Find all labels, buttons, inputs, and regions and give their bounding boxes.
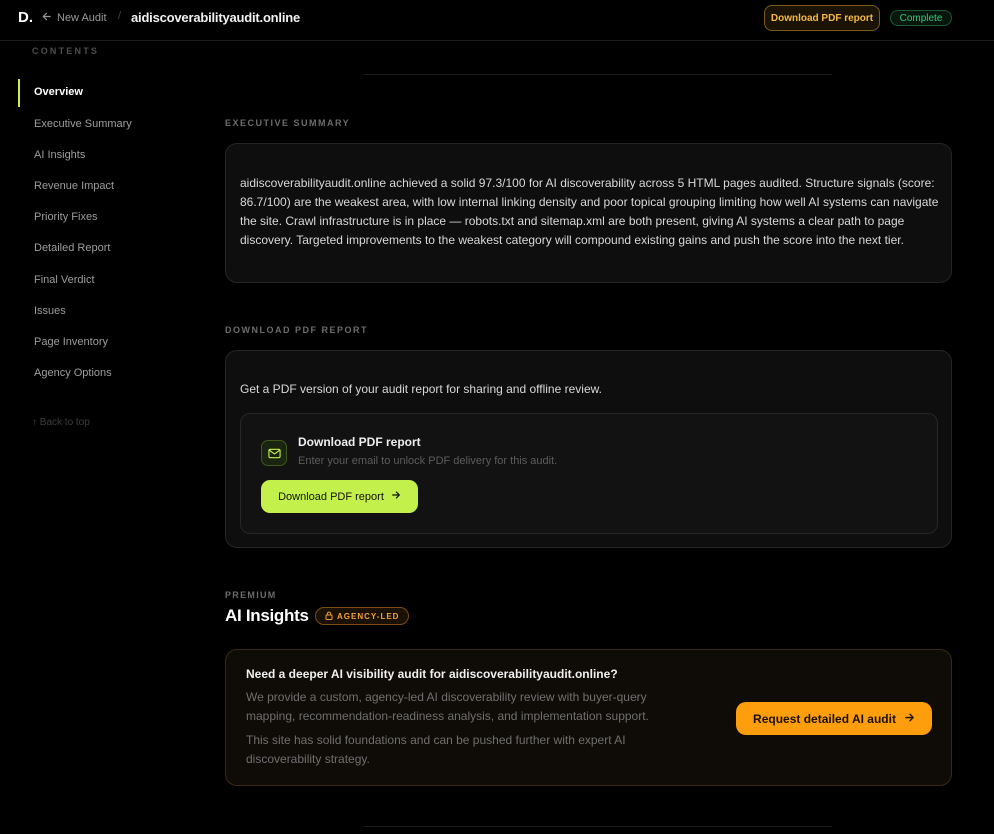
active-indicator bbox=[18, 79, 20, 107]
breadcrumb-separator: / bbox=[118, 10, 122, 22]
app-logo[interactable]: D. bbox=[18, 9, 33, 26]
section-divider bbox=[364, 826, 832, 827]
lock-icon bbox=[325, 611, 333, 622]
premium-card-paragraph-2: This site has solid foundations and can … bbox=[246, 733, 626, 766]
header-download-pdf-button[interactable]: Download PDF report bbox=[764, 5, 880, 31]
arrow-right-icon bbox=[904, 712, 915, 726]
back-link-label: New Audit bbox=[57, 12, 107, 24]
executive-summary-card: aidiscoverabilityaudit.online achieved a… bbox=[225, 143, 952, 283]
sidebar-item-issues[interactable]: Issues bbox=[34, 305, 66, 317]
premium-card-paragraph-1: We provide a custom, agency-led AI disco… bbox=[246, 690, 649, 723]
section-divider bbox=[364, 74, 832, 75]
sidebar-item-revenue-impact[interactable]: Revenue Impact bbox=[34, 180, 114, 192]
arrow-right-icon bbox=[391, 490, 401, 503]
pdf-download-panel: Download PDF report Enter your email to … bbox=[240, 413, 938, 534]
request-ai-audit-button[interactable]: Request detailed AI audit bbox=[736, 702, 932, 735]
sidebar-item-executive-summary[interactable]: Executive Summary bbox=[34, 118, 132, 130]
pdf-panel-subtitle: Enter your email to unlock PDF delivery … bbox=[298, 455, 558, 467]
sidebar-item-overview[interactable]: Overview bbox=[34, 86, 83, 98]
ai-insights-title: AI Insights bbox=[225, 606, 309, 625]
mail-icon bbox=[261, 440, 287, 466]
back-to-top-link[interactable]: ↑ Back to top bbox=[32, 417, 90, 428]
top-bar: D. New Audit / aidiscoverabilityaudit.on… bbox=[0, 0, 994, 41]
sidebar-item-page-inventory[interactable]: Page Inventory bbox=[34, 336, 108, 348]
agency-led-badge: AGENCY-LED bbox=[315, 607, 410, 625]
pdf-report-card: Get a PDF version of your audit report f… bbox=[225, 350, 952, 548]
sidebar-item-priority-fixes[interactable]: Priority Fixes bbox=[34, 211, 98, 223]
sidebar-item-final-verdict[interactable]: Final Verdict bbox=[34, 274, 95, 286]
arrow-left-icon bbox=[41, 11, 52, 25]
sidebar-item-ai-insights[interactable]: AI Insights bbox=[34, 149, 85, 161]
download-pdf-button-label: Download PDF report bbox=[278, 490, 384, 503]
status-badge: Complete bbox=[890, 10, 952, 26]
executive-summary-heading: EXECUTIVE SUMMARY bbox=[225, 118, 351, 128]
premium-eyebrow: PREMIUM bbox=[225, 590, 277, 600]
sidebar-item-detailed-report[interactable]: Detailed Report bbox=[34, 242, 110, 254]
agency-led-badge-label: AGENCY-LED bbox=[337, 611, 400, 621]
audited-domain-title: aidiscoverabilityaudit.online bbox=[131, 10, 301, 25]
pdf-panel-title: Download PDF report bbox=[298, 435, 421, 449]
back-to-new-audit-link[interactable]: New Audit bbox=[41, 11, 107, 25]
executive-summary-text: aidiscoverabilityaudit.online achieved a… bbox=[240, 176, 939, 247]
pdf-report-heading: DOWNLOAD PDF REPORT bbox=[225, 325, 368, 335]
premium-upsell-card: Need a deeper AI visibility audit for ai… bbox=[225, 649, 952, 786]
request-ai-audit-button-label: Request detailed AI audit bbox=[753, 711, 896, 726]
contents-heading: CONTENTS bbox=[32, 46, 100, 56]
sidebar-item-agency-options[interactable]: Agency Options bbox=[34, 367, 112, 379]
download-pdf-button[interactable]: Download PDF report bbox=[261, 480, 418, 513]
pdf-report-intro: Get a PDF version of your audit report f… bbox=[240, 382, 602, 396]
premium-card-title: Need a deeper AI visibility audit for ai… bbox=[246, 667, 618, 681]
